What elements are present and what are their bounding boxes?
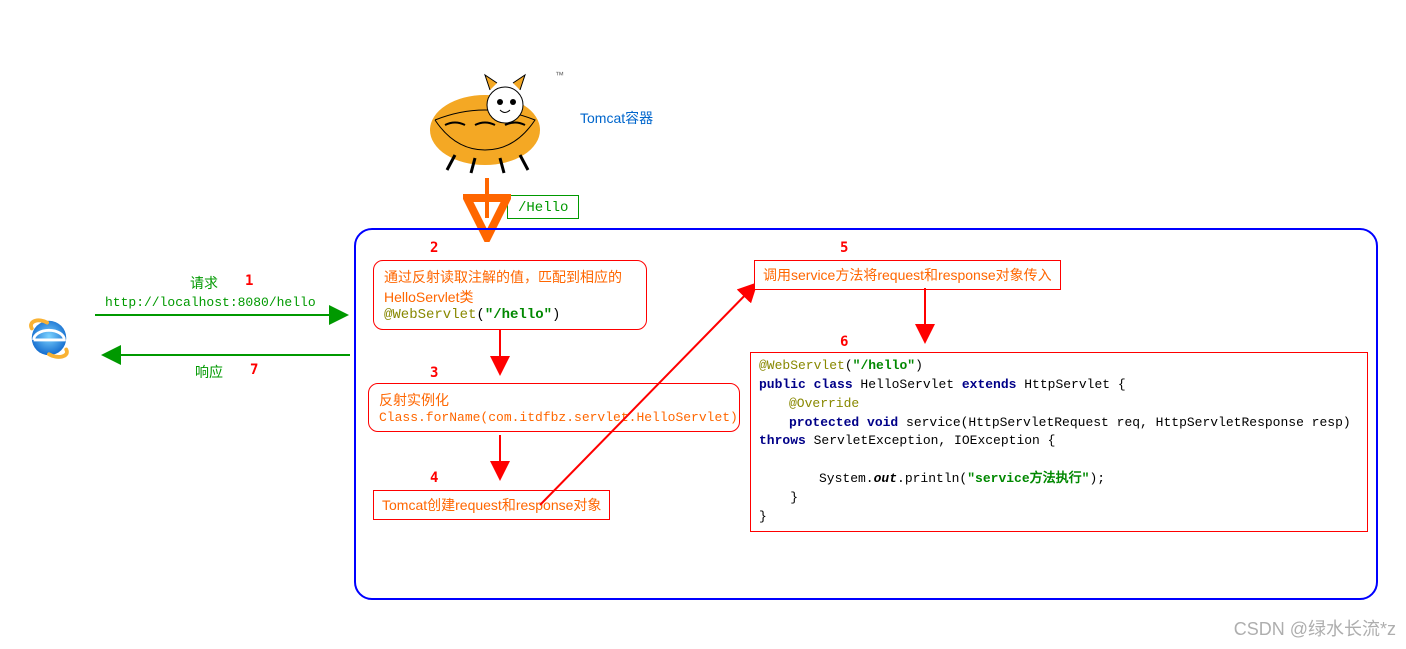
step-3-number: 3 (430, 365, 438, 381)
box-step-5: 调用service方法将request和response对象传入 (754, 260, 1061, 290)
hello-path-text: /Hello (518, 200, 568, 216)
box-step-3: 反射实例化 Class.forName(com.itdfbz.servlet.H… (368, 383, 740, 432)
code-line-1: @WebServlet("/hello") (759, 357, 1359, 376)
box2-anno-line: @WebServlet("/hello") (384, 307, 636, 323)
response-label: 响应 (195, 362, 223, 382)
hello-path-box: /Hello (507, 195, 579, 219)
step-7-number: 7 (250, 362, 258, 378)
tomcat-logo: ™ (405, 60, 565, 180)
box3-code: Class.forName(com.itdfbz.servlet.HelloSe… (379, 410, 729, 425)
box-step-2: 通过反射读取注解的值，匹配到相应的HelloServlet类 @WebServl… (373, 260, 647, 330)
request-url: http://localhost:8080/hello (105, 295, 316, 310)
arrow-response (95, 350, 355, 370)
step-1-number: 1 (245, 273, 253, 289)
box-step-6: @WebServlet("/hello") public class Hello… (750, 352, 1368, 532)
watermark: CSDN @绿水长流*z (1234, 615, 1396, 641)
box3-title: 反射实例化 (379, 390, 729, 410)
tomcat-label: Tomcat容器 (580, 108, 653, 128)
request-label: 请求 (190, 273, 218, 293)
arrow-request (95, 310, 355, 330)
code-line-5: throws ServletException, IOException { (759, 432, 1359, 451)
code-line-2: public class HelloServlet extends HttpSe… (759, 376, 1359, 395)
code-line-9: } (759, 508, 1359, 527)
step-5-number: 5 (840, 240, 848, 256)
code-line-4: protected void service(HttpServletReques… (759, 414, 1359, 433)
browser-icon (26, 315, 72, 361)
svg-text:™: ™ (555, 70, 564, 80)
code-line-6 (759, 451, 1359, 470)
code-line-3: @Override (759, 395, 1359, 414)
box-step-4: Tomcat创建request和response对象 (373, 490, 610, 520)
box2-desc: 通过反射读取注解的值，匹配到相应的HelloServlet类 (384, 267, 636, 307)
step-2-number: 2 (430, 240, 438, 256)
step-4-number: 4 (430, 470, 438, 486)
step-6-number: 6 (840, 334, 848, 350)
arrow-tomcat-down (475, 178, 505, 233)
code-line-7: System.out.println("service方法执行"); (759, 470, 1359, 489)
code-line-8: } (759, 489, 1359, 508)
